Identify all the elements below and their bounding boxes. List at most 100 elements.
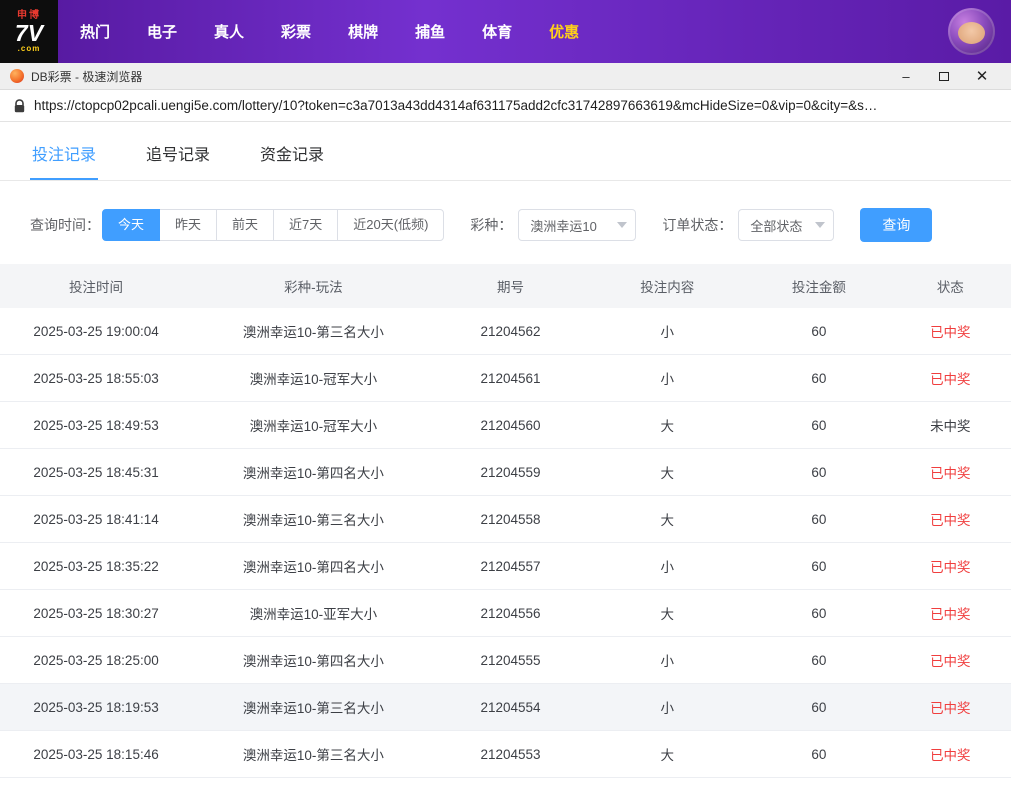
- table-cell: 澳洲幸运10-第四名大小: [192, 542, 435, 590]
- nav-item-捕鱼[interactable]: 捕鱼: [415, 21, 445, 42]
- lottery-select[interactable]: 澳洲幸运10: [518, 209, 637, 241]
- user-avatar[interactable]: [948, 8, 995, 55]
- status-cell: 已中奖: [889, 495, 1011, 543]
- table-cell: 21204561: [434, 354, 587, 402]
- chevron-down-icon: [617, 222, 628, 228]
- status-cell: 已中奖: [889, 308, 1011, 355]
- minimize-button[interactable]: –: [887, 63, 925, 90]
- table-cell: 60: [748, 354, 890, 402]
- table-cell: 澳洲幸运10-第三名大小: [192, 495, 435, 543]
- column-header: 投注时间: [0, 264, 193, 308]
- browser-address-bar: https://ctopcp02pcali.uengi5e.com/lotter…: [0, 90, 1011, 122]
- close-button[interactable]: ✕: [963, 63, 1001, 90]
- tab-投注记录[interactable]: 投注记录: [30, 122, 99, 180]
- order-status-select-value: 全部状态: [750, 218, 803, 234]
- nav-item-真人[interactable]: 真人: [214, 21, 244, 42]
- chevron-down-icon: [815, 222, 826, 228]
- url-input[interactable]: https://ctopcp02pcali.uengi5e.com/lotter…: [34, 98, 877, 113]
- nav-item-热门[interactable]: 热门: [80, 21, 110, 42]
- tab-资金记录[interactable]: 资金记录: [258, 122, 326, 180]
- status-cell: 已中奖: [889, 448, 1011, 496]
- browser-title-bar: DB彩票 - 极速浏览器 – ✕: [0, 63, 1011, 90]
- logo-brand-top: 申博: [17, 9, 41, 21]
- table-cell: 2025-03-25 18:55:03: [0, 354, 193, 402]
- status-cell: 已中奖: [889, 683, 1011, 731]
- order-status-select[interactable]: 全部状态: [738, 209, 835, 241]
- table-cell: 澳洲幸运10-冠军大小: [192, 354, 435, 402]
- order-status-select-label: 订单状态：: [662, 217, 733, 233]
- time-filter-label: 查询时间：: [30, 217, 100, 233]
- table-cell: 小: [586, 636, 749, 684]
- table-cell: 60: [748, 683, 890, 731]
- table-cell: 21204562: [434, 308, 587, 355]
- status-cell: 已中奖: [889, 636, 1011, 684]
- logo-brand-sub: .com: [17, 43, 41, 53]
- status-cell: 未中奖: [889, 401, 1011, 449]
- record-tabs: 投注记录 追号记录 资金记录: [0, 122, 1011, 181]
- table-cell: 60: [748, 636, 890, 684]
- time-filter-昨天[interactable]: 昨天: [159, 209, 218, 241]
- table-cell: 2025-03-25 19:00:04: [0, 308, 193, 355]
- table-cell: 60: [748, 589, 890, 637]
- time-filter-前天[interactable]: 前天: [216, 209, 275, 241]
- column-header: 投注内容: [586, 264, 749, 308]
- logo-brand-main: 7V: [14, 19, 44, 46]
- table-cell: 小: [586, 354, 749, 402]
- table-cell: 大: [586, 448, 749, 496]
- site-top-nav: 申博 7V .com 热门 电子 真人 彩票 棋牌 捕鱼 体育 优惠: [0, 0, 1011, 63]
- nav-item-体育[interactable]: 体育: [482, 21, 512, 42]
- table-cell: 21204554: [434, 683, 587, 731]
- table-cell: 2025-03-25 18:15:46: [0, 730, 193, 778]
- table-cell: 小: [586, 542, 749, 590]
- table-cell: 2025-03-25 18:41:14: [0, 495, 193, 543]
- bet-table-body: 2025-03-25 19:00:04 澳洲幸运10-第三名大小 21204562 小…: [0, 308, 1011, 778]
- table-cell: 小: [586, 308, 749, 355]
- table-cell: 大: [586, 730, 749, 778]
- summary-bar: 合计 共 10 条记录 预计投注金额: 600 有效投注金额: [0, 778, 1011, 792]
- tab-追号记录[interactable]: 追号记录: [144, 122, 212, 180]
- table-cell: 2025-03-25 18:30:27: [0, 589, 193, 637]
- browser-favicon-icon: [10, 69, 24, 83]
- table-row: 2025-03-25 18:30:27 澳洲幸运10-亚军大小 21204556 大 6…: [0, 589, 1011, 637]
- query-button[interactable]: 查询: [860, 208, 933, 242]
- table-row: 2025-03-25 19:00:04 澳洲幸运10-第三名大小 21204562 小…: [0, 308, 1011, 355]
- site-logo[interactable]: 申博 7V .com: [0, 0, 58, 63]
- bet-record-table: 投注时间 彩种-玩法 期号 投注内容 投注金额 状态 2025-03-25 19:00:0…: [0, 264, 1011, 778]
- table-cell: 60: [748, 542, 890, 590]
- table-row: 2025-03-25 18:25:00 澳洲幸运10-第四名大小 21204555 小…: [0, 636, 1011, 684]
- status-cell: 已中奖: [889, 354, 1011, 402]
- filter-bar: 查询时间： 今天 昨天 前天 近7天 近20天(低频) 彩种： 澳洲幸运10 订单状态：…: [0, 208, 1011, 242]
- table-cell: 21204553: [434, 730, 587, 778]
- column-header: 投注金额: [748, 264, 890, 308]
- table-cell: 21204558: [434, 495, 587, 543]
- nav-item-彩票[interactable]: 彩票: [281, 21, 311, 42]
- lottery-select-label: 彩种：: [470, 217, 513, 233]
- status-cell: 已中奖: [889, 542, 1011, 590]
- table-cell: 澳洲幸运10-第四名大小: [192, 448, 435, 496]
- site-nav: 热门 电子 真人 彩票 棋牌 捕鱼 体育 优惠: [80, 21, 579, 42]
- lottery-select-value: 澳洲幸运10: [530, 218, 597, 234]
- table-cell: 60: [748, 308, 890, 355]
- table-row: 2025-03-25 18:35:22 澳洲幸运10-第四名大小 21204557 小…: [0, 542, 1011, 590]
- time-filter-今天[interactable]: 今天: [102, 209, 161, 241]
- table-cell: 60: [748, 401, 890, 449]
- table-header-row: 投注时间 彩种-玩法 期号 投注内容 投注金额 状态: [0, 264, 1011, 308]
- table-cell: 60: [748, 730, 890, 778]
- table-row: 2025-03-25 18:19:53 澳洲幸运10-第三名大小 21204554 小…: [0, 683, 1011, 731]
- time-filter-近20天(低频)[interactable]: 近20天(低频): [337, 209, 445, 241]
- window-title: DB彩票 - 极速浏览器: [31, 69, 143, 84]
- window-controls: – ✕: [887, 63, 1001, 90]
- table-cell: 澳洲幸运10-第三名大小: [192, 308, 435, 355]
- time-filter-近7天[interactable]: 近7天: [273, 209, 339, 241]
- column-header: 状态: [889, 264, 1011, 308]
- nav-item-电子[interactable]: 电子: [147, 21, 177, 42]
- table-cell: 21204557: [434, 542, 587, 590]
- table-cell: 60: [748, 448, 890, 496]
- nav-item-优惠[interactable]: 优惠: [549, 21, 579, 42]
- table-cell: 2025-03-25 18:49:53: [0, 401, 193, 449]
- maximize-button[interactable]: [925, 63, 963, 90]
- nav-item-棋牌[interactable]: 棋牌: [348, 21, 378, 42]
- table-cell: 大: [586, 589, 749, 637]
- table-row: 2025-03-25 18:55:03 澳洲幸运10-冠军大小 21204561 小 6…: [0, 354, 1011, 402]
- column-header: 期号: [434, 264, 587, 308]
